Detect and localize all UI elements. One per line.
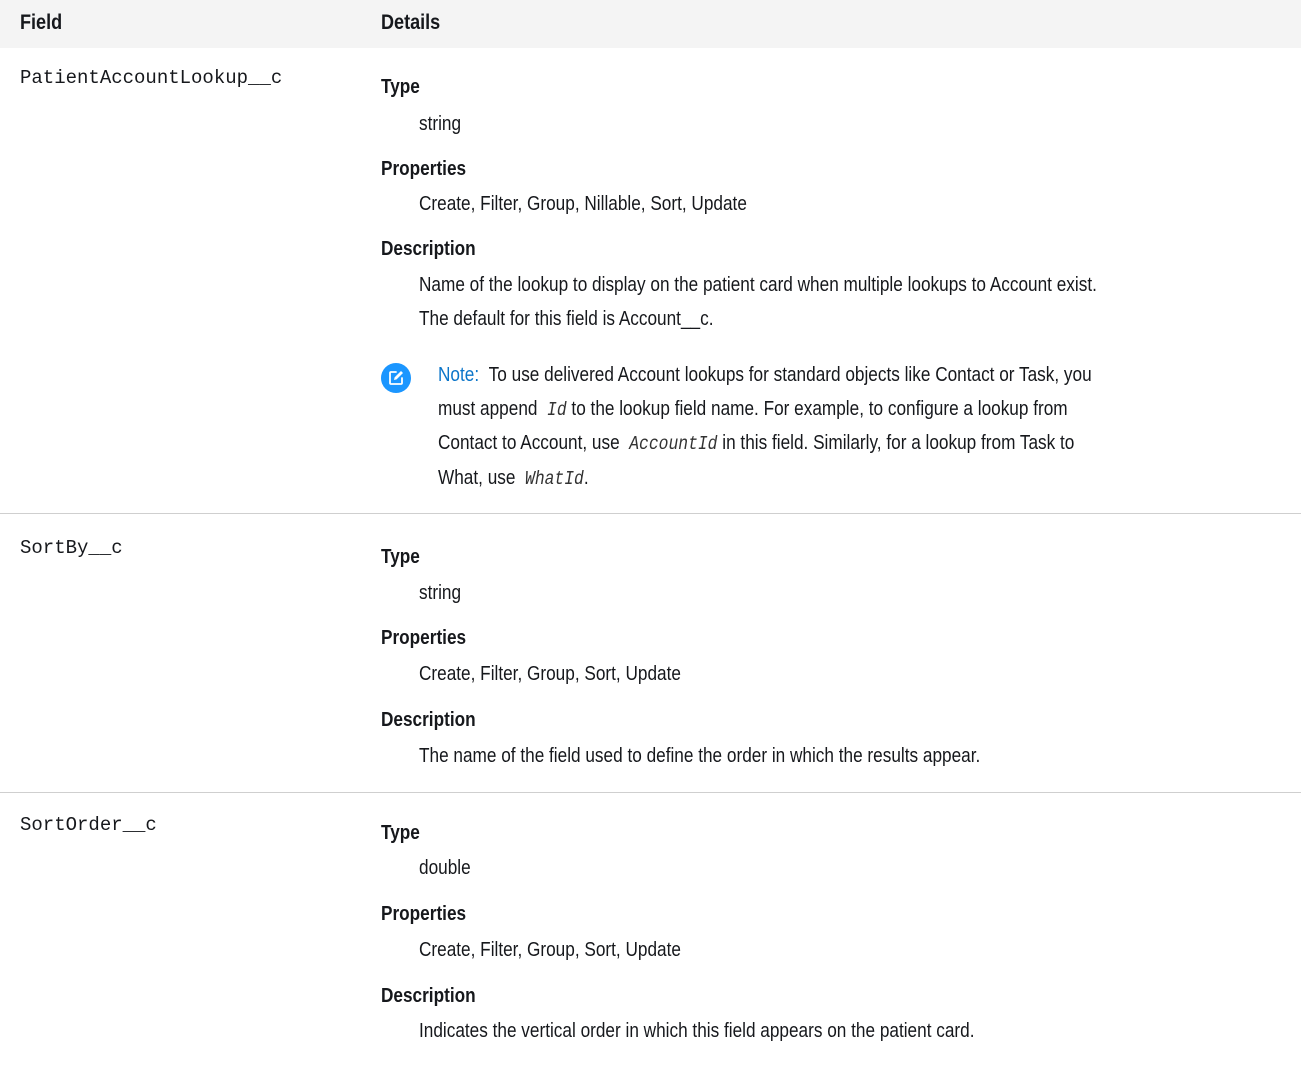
header-field: Field [20, 11, 63, 34]
edit-note-icon [381, 363, 411, 393]
field-name: SortBy__c [20, 537, 123, 559]
properties-value: Create, Filter, Group, Sort, Update [419, 939, 681, 961]
table-header: Field Details [0, 0, 1301, 48]
note-line: What, use WhatId. [438, 467, 589, 490]
header-details: Details [381, 11, 441, 34]
description-line: The default for this field is Account__c… [419, 308, 714, 330]
note-text: What, use [438, 467, 521, 489]
note-label: Note: [438, 364, 480, 386]
note-line: Contact to Account, use AccountId in thi… [438, 432, 1074, 455]
field-name: PatientAccountLookup__c [20, 67, 283, 89]
note-line: must append Id to the lookup field name.… [438, 398, 1068, 421]
description-line: The name of the field used to define the… [419, 745, 981, 767]
description-label: Description [381, 238, 476, 260]
properties-label: Properties [381, 903, 467, 925]
code-id: Id [547, 399, 567, 421]
description-label: Description [381, 985, 476, 1007]
type-value: double [419, 857, 471, 879]
code-accountid: AccountId [629, 433, 718, 455]
row-divider [0, 513, 1301, 514]
type-label: Type [381, 546, 420, 568]
note-text: must append [438, 398, 543, 420]
description-line: Name of the lookup to display on the pat… [419, 274, 1097, 296]
properties-value: Create, Filter, Group, Nillable, Sort, U… [419, 193, 747, 215]
note-text: . [583, 467, 589, 489]
note-text: Contact to Account, use [438, 432, 625, 454]
code-whatid: WhatId [525, 468, 584, 490]
properties-label: Properties [381, 627, 467, 649]
field-name: SortOrder__c [20, 814, 157, 836]
description-label: Description [381, 709, 476, 731]
note-text: To use delivered Account lookups for sta… [488, 364, 1092, 386]
type-value: string [419, 113, 462, 135]
note-line: Note: To use delivered Account lookups f… [438, 364, 1092, 387]
type-label: Type [381, 822, 420, 844]
row-divider [0, 792, 1301, 793]
type-label: Type [381, 76, 420, 98]
description-line: Indicates the vertical order in which th… [419, 1020, 975, 1042]
properties-value: Create, Filter, Group, Sort, Update [419, 663, 681, 685]
properties-label: Properties [381, 158, 467, 180]
note-text: in this field. Similarly, for a lookup f… [717, 432, 1075, 454]
type-value: string [419, 582, 462, 604]
note-text: to the lookup field name. For example, t… [566, 398, 1068, 420]
